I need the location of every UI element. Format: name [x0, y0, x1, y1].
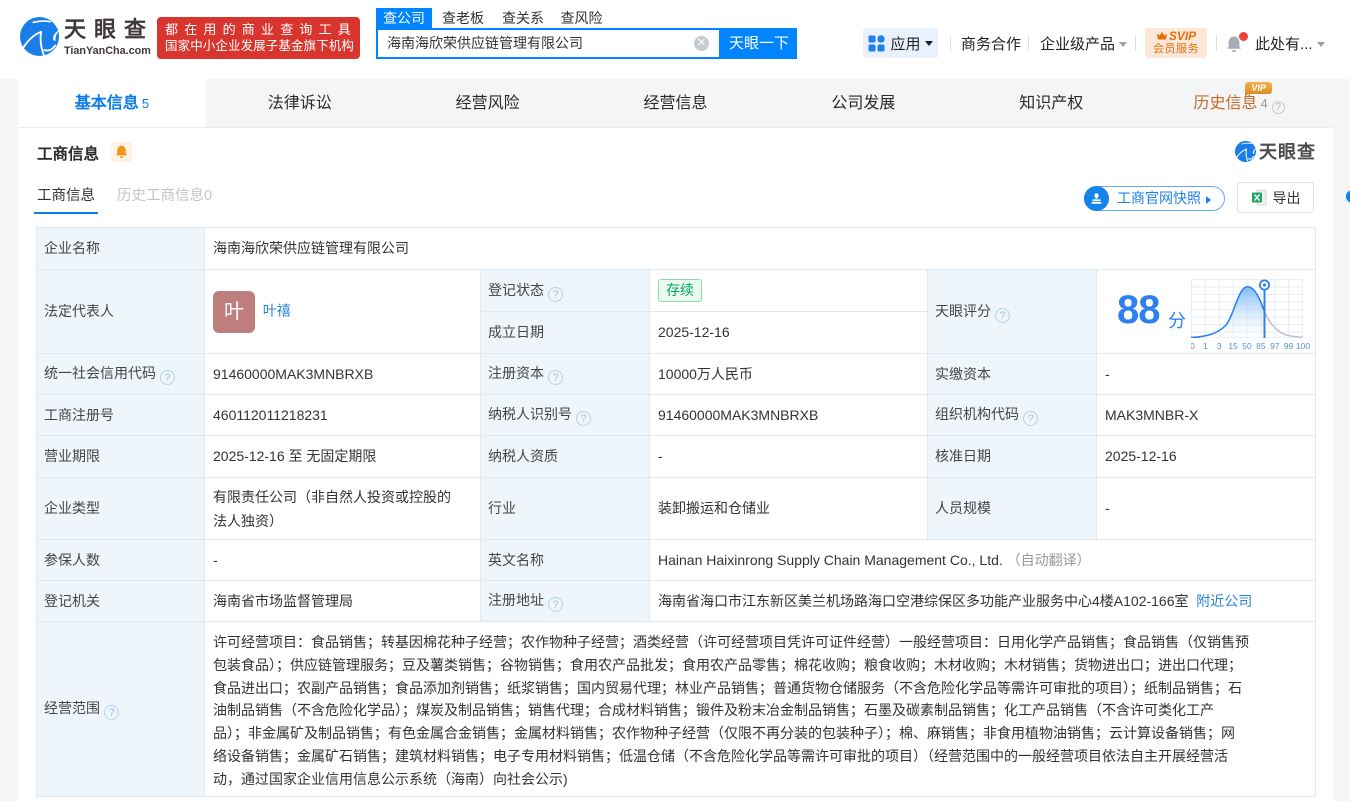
svg-text:85: 85	[1256, 341, 1266, 351]
svg-text:50: 50	[1242, 341, 1252, 351]
svg-text:97: 97	[1270, 341, 1280, 351]
svg-text:99: 99	[1284, 341, 1294, 351]
svg-text:1: 1	[1203, 341, 1208, 351]
svg-text:3: 3	[1217, 341, 1222, 351]
svg-text:100: 100	[1296, 341, 1310, 351]
svg-text:0: 0	[1191, 341, 1195, 351]
svg-text:15: 15	[1228, 341, 1238, 351]
